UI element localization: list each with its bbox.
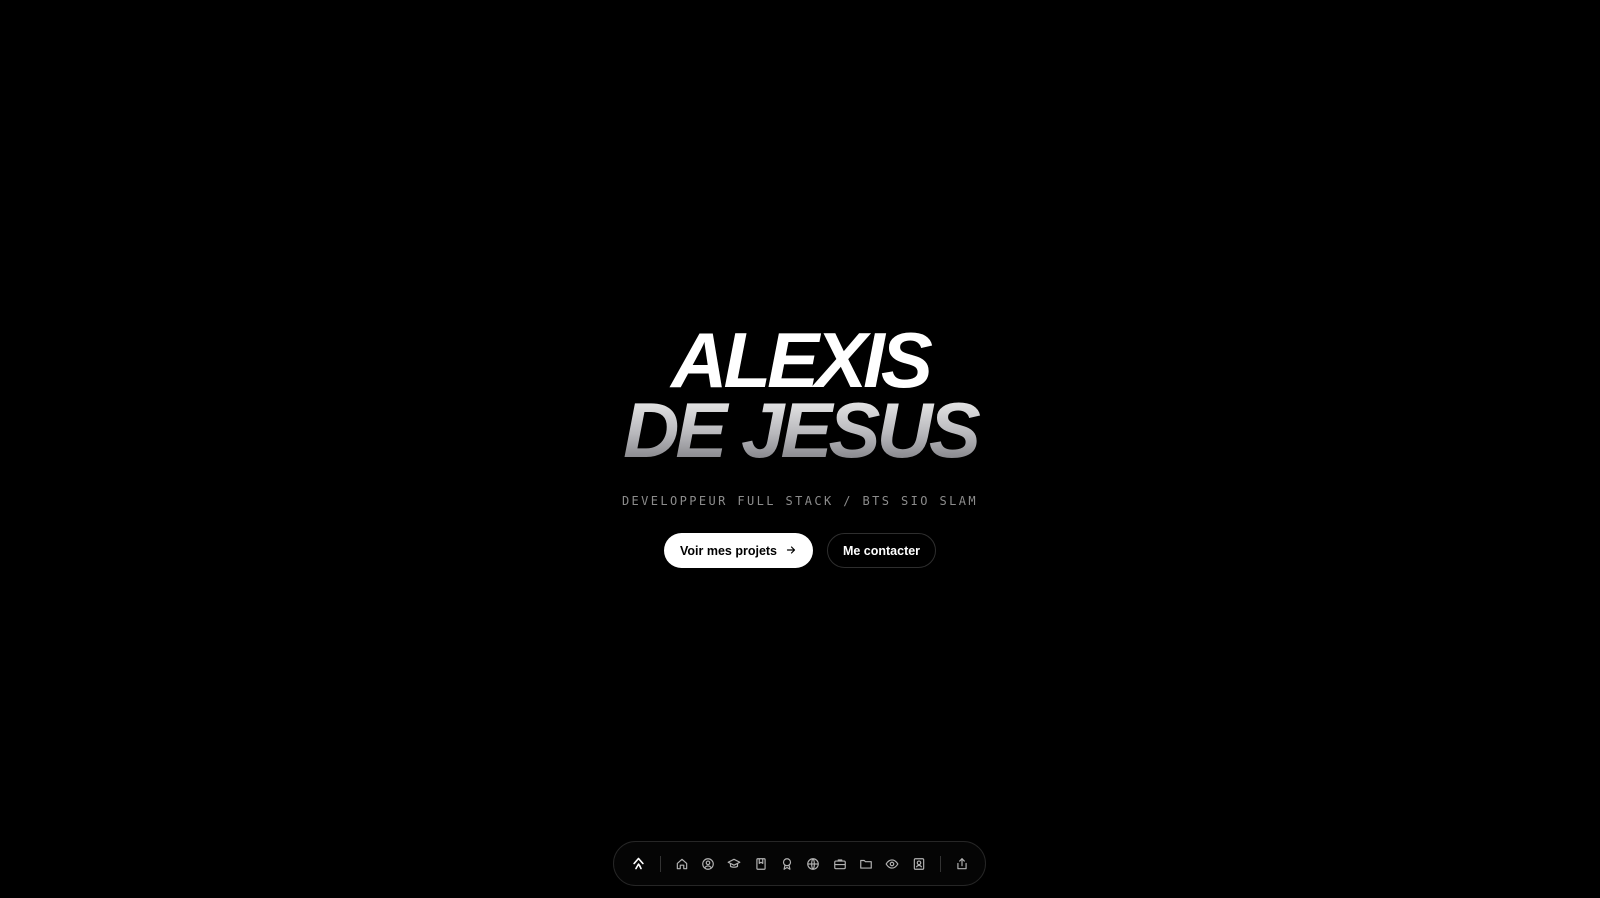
logo-icon[interactable] bbox=[626, 851, 652, 877]
eye-icon[interactable] bbox=[879, 851, 905, 877]
view-projects-button[interactable]: Voir mes projets bbox=[664, 533, 813, 568]
hero-subtitle: DEVELOPPEUR FULL STACK / BTS SIO SLAM bbox=[621, 494, 979, 508]
bookmark-icon[interactable] bbox=[748, 851, 774, 877]
home-icon[interactable] bbox=[669, 851, 695, 877]
graduation-cap-icon[interactable] bbox=[721, 851, 747, 877]
contact-card-icon[interactable] bbox=[905, 851, 931, 877]
user-circle-icon[interactable] bbox=[695, 851, 721, 877]
share-icon[interactable] bbox=[949, 851, 975, 877]
hero-name-first: ALEXIS bbox=[671, 316, 933, 404]
globe-icon[interactable] bbox=[800, 851, 826, 877]
hero-name-last: DE JESUS bbox=[0, 391, 1600, 469]
contact-label: Me contacter bbox=[842, 543, 921, 558]
award-icon[interactable] bbox=[774, 851, 800, 877]
briefcase-icon[interactable] bbox=[826, 851, 852, 877]
dock-divider bbox=[659, 855, 661, 872]
view-projects-label: Voir mes projets bbox=[679, 543, 778, 558]
hero-name: ALEXIS DE JESUS bbox=[0, 316, 1600, 469]
bottom-dock bbox=[613, 841, 986, 886]
contact-button[interactable]: Me contacter bbox=[827, 533, 936, 568]
hero-actions: Voir mes projets Me contacter bbox=[0, 533, 1600, 568]
folder-icon[interactable] bbox=[853, 851, 879, 877]
dock-divider bbox=[939, 855, 941, 872]
arrow-right-icon bbox=[785, 544, 797, 558]
